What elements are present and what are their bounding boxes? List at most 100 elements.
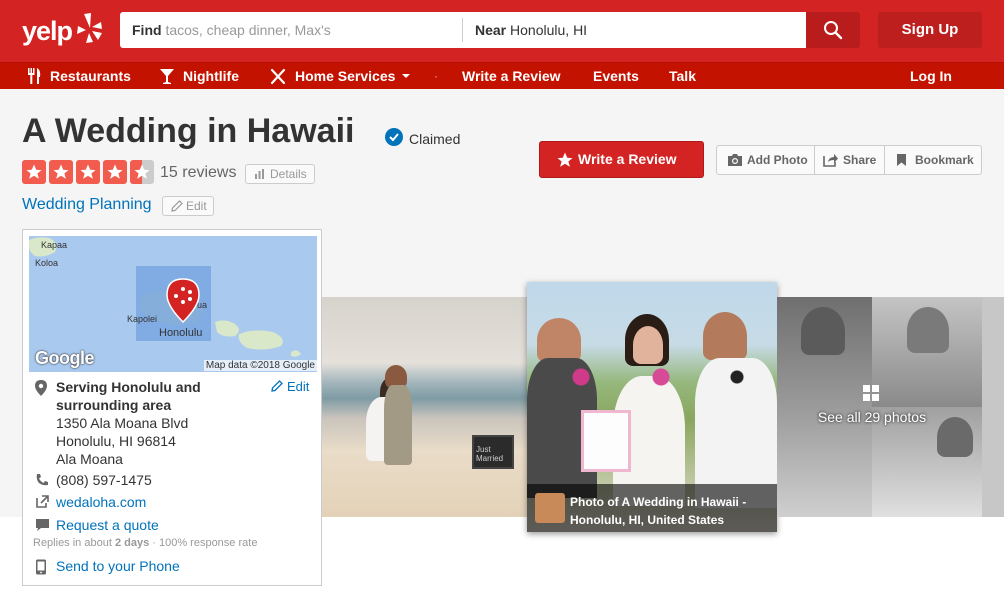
see-all-photos-link[interactable]: See all 29 photos <box>777 409 967 425</box>
chevron-down-icon <box>402 74 411 78</box>
pencil-icon <box>271 380 283 392</box>
service-area-line1: Serving Honolulu and <box>56 379 201 395</box>
caption-line1: Photo of A Wedding in Hawaii - <box>570 495 747 509</box>
photo-figure <box>703 312 747 360</box>
photo-certificate <box>581 410 631 472</box>
camera-icon <box>728 154 742 166</box>
logo-text: yelp <box>22 16 73 46</box>
write-review-button[interactable]: Write a Review <box>539 141 704 178</box>
map-label-honolulu: Honolulu <box>159 327 203 339</box>
map-label-koloa: Koloa <box>35 258 59 268</box>
map-info-card: Kapaa Koloa Kapolei Honolulu ua Google M… <box>22 229 322 586</box>
avatar[interactable] <box>535 493 565 523</box>
replies-suffix: · 100% response rate <box>149 537 258 549</box>
verified-check-icon <box>385 128 403 146</box>
sign-up-button[interactable]: Sign Up <box>878 12 982 48</box>
map-pin-icon <box>166 278 200 324</box>
grid-icon <box>863 385 879 401</box>
nav-home-services-label: Home Services <box>295 68 396 84</box>
share-icon <box>823 154 838 167</box>
near-input[interactable]: Near Honolulu, HI <box>462 18 587 42</box>
star-icon <box>76 160 100 184</box>
bar-chart-icon <box>255 169 264 179</box>
caption-line2: Honolulu, HI, United States <box>570 513 725 527</box>
replies-prefix: Replies in about <box>33 537 115 549</box>
request-quote-link[interactable]: Request a quote <box>56 517 159 533</box>
details-button[interactable]: Details <box>245 164 315 184</box>
star-icon <box>49 160 73 184</box>
find-label: Find <box>132 22 162 38</box>
write-review-label: Write a Review <box>578 151 677 167</box>
search-icon <box>824 21 843 40</box>
star-icon <box>557 152 573 167</box>
photo-sign-text: Just Married <box>476 445 504 463</box>
edit-category-button[interactable]: Edit <box>162 196 214 216</box>
location-map[interactable]: Kapaa Koloa Kapolei Honolulu ua Google M… <box>29 236 317 372</box>
add-photo-button[interactable]: Add Photo <box>727 146 815 174</box>
search-button[interactable] <box>806 12 860 48</box>
response-rate-note: Replies in about 2 days · 100% response … <box>33 537 257 549</box>
speech-bubble-icon <box>36 519 49 531</box>
website-link[interactable]: wedaloha.com <box>56 494 146 510</box>
yelp-burst-icon <box>77 13 102 43</box>
action-button-group: Add Photo Share Bookmark <box>716 145 982 175</box>
edit-location-label: Edit <box>287 379 310 394</box>
category-nav: Restaurants Nightlife Home Services · Wr… <box>0 62 1004 89</box>
edit-label: Edit <box>186 199 207 213</box>
pencil-icon <box>171 200 183 212</box>
star-icon <box>22 160 46 184</box>
map-label-kapaa: Kapaa <box>41 240 68 250</box>
map-marker-icon <box>35 380 47 396</box>
half-star-icon <box>130 160 154 184</box>
external-link-icon <box>36 495 49 508</box>
cocktail-icon <box>160 69 174 84</box>
bookmark-button[interactable]: Bookmark <box>895 146 979 174</box>
replies-time: 2 days <box>114 537 150 549</box>
neighborhood: Ala Moana <box>56 451 123 467</box>
review-count[interactable]: 15 reviews <box>160 164 236 182</box>
bookmark-icon <box>897 154 906 166</box>
find-placeholder: tacos, cheap dinner, Max's <box>165 22 331 38</box>
mobile-phone-icon <box>36 559 46 575</box>
map-label-kapolei: Kapolei <box>127 314 158 324</box>
photo-collage[interactable]: See all 29 photos <box>777 297 982 517</box>
yelp-logo[interactable]: yelp <box>22 10 104 52</box>
top-header: yelp Find tacos, cheap dinner, Max's Nea… <box>0 0 1004 62</box>
star-icon <box>103 160 127 184</box>
log-in-link[interactable]: Log In <box>910 68 952 84</box>
phone-icon <box>36 474 48 486</box>
nav-divider-dot: · <box>434 69 438 83</box>
nav-restaurants[interactable]: Restaurants <box>26 68 131 84</box>
page-title: A Wedding in Hawaii <box>22 112 355 150</box>
share-label: Share <box>843 153 877 167</box>
category-link[interactable]: Wedding Planning <box>22 196 152 214</box>
bookmark-label: Bookmark <box>915 153 974 167</box>
near-value: Honolulu, HI <box>510 22 588 38</box>
details-label: Details <box>270 167 307 181</box>
nav-nightlife-label: Nightlife <box>183 68 239 84</box>
photo-leis <box>561 362 761 392</box>
divider <box>884 146 885 174</box>
photo-figure <box>384 385 412 465</box>
photo-figure <box>907 307 949 353</box>
find-input[interactable]: Find tacos, cheap dinner, Max's <box>132 22 331 38</box>
nav-events[interactable]: Events <box>593 68 639 84</box>
nav-nightlife[interactable]: Nightlife <box>159 68 239 84</box>
phone-number[interactable]: (808) 597-1475 <box>56 472 152 488</box>
photo-featured[interactable]: Photo of A Wedding in Hawaii - Honolulu,… <box>527 282 777 532</box>
fork-knife-icon <box>28 68 41 84</box>
address-line2: Honolulu, HI 96814 <box>56 433 176 449</box>
claimed-label: Claimed <box>409 131 461 147</box>
address-line1: 1350 Ala Moana Blvd <box>56 415 189 431</box>
nav-write-review[interactable]: Write a Review <box>462 68 561 84</box>
map-attribution: Map data ©2018 Google <box>203 360 317 371</box>
nav-home-services[interactable]: Home Services <box>270 68 411 85</box>
send-to-phone-link[interactable]: Send to your Phone <box>56 558 180 574</box>
divider <box>814 146 815 174</box>
star-rating <box>22 160 154 184</box>
photo-partial[interactable] <box>982 297 1004 517</box>
photo-beach-couple[interactable]: Just Married <box>322 297 527 517</box>
nav-talk[interactable]: Talk <box>669 68 696 84</box>
edit-location-link[interactable]: Edit <box>271 379 309 394</box>
share-button[interactable]: Share <box>823 146 887 174</box>
